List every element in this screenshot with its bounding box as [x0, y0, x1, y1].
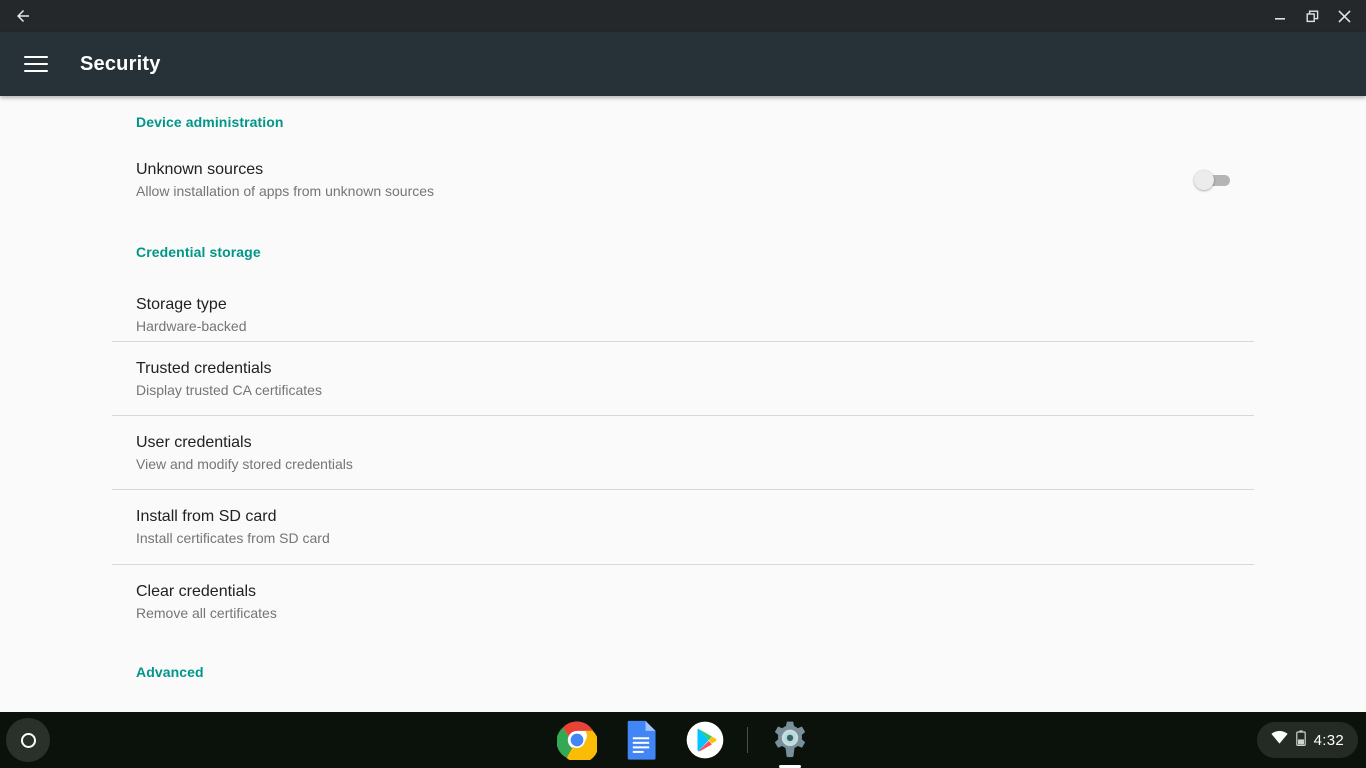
pref-row-install-from-sd-card[interactable]: Install from SD card Install certificate… [0, 490, 1366, 564]
hamburger-menu-icon[interactable] [24, 52, 48, 76]
pref-title: Clear credentials [136, 582, 257, 600]
pref-text: Clear credentials Remove all certificate… [136, 582, 1230, 622]
menu-bar-2 [24, 63, 48, 65]
taskbar-app-settings[interactable] [768, 718, 812, 768]
toggle-thumb [1194, 170, 1214, 190]
unknown-sources-toggle[interactable] [1194, 170, 1230, 190]
pref-text: Unknown sources Allow installation of ap… [136, 160, 1194, 200]
pref-title: Storage type [136, 296, 227, 313]
wifi-icon [1270, 731, 1288, 749]
pref-title: User credentials [136, 433, 252, 451]
pref-summary: Allow installation of apps from unknown … [136, 183, 435, 199]
pref-text: User credentials View and modify stored … [136, 433, 1230, 473]
pref-text: Storage type Hardware-backed [136, 295, 1230, 335]
pref-title: Unknown sources [136, 161, 264, 178]
taskbar-app-docs[interactable] [619, 718, 663, 762]
pref-summary: View and modify stored credentials [136, 455, 353, 472]
pref-summary: Install certificates from SD card [136, 530, 330, 546]
pref-summary: Display trusted CA certificates [136, 381, 322, 398]
pref-summary: Remove all certificates [136, 604, 277, 621]
taskbar: 4:32 [0, 712, 1366, 768]
taskbar-app-chrome[interactable] [555, 718, 599, 762]
restore-window-icon[interactable] [1296, 0, 1328, 32]
pref-row-unknown-sources[interactable]: Unknown sources Allow installation of ap… [0, 149, 1366, 211]
pref-row-trusted-credentials[interactable]: Trusted credentials Display trusted CA c… [0, 342, 1366, 415]
page-title: Security [80, 52, 161, 75]
pref-row-clear-credentials[interactable]: Clear credentials Remove all certificate… [0, 565, 1366, 638]
launcher-ring [20, 732, 36, 748]
settings-scroll-area[interactable]: Device administration Unknown sources Al… [0, 96, 1366, 712]
launcher-circle-icon[interactable] [6, 718, 50, 762]
section-header-credential-storage: Credential storage [136, 244, 261, 260]
pref-row-storage-type[interactable]: Storage type Hardware-backed [0, 289, 1366, 341]
pref-title: Trusted credentials [136, 359, 272, 377]
taskbar-separator [746, 727, 748, 753]
window-title-bar [0, 0, 1366, 32]
battery-icon [1295, 729, 1306, 751]
minimize-icon[interactable] [1264, 0, 1296, 32]
pref-text: Install from SD card Install certificate… [136, 507, 1230, 547]
close-icon[interactable] [1328, 0, 1360, 32]
arrow-back-icon[interactable] [0, 0, 46, 32]
app-bar: Security [0, 32, 1366, 96]
section-header-advanced[interactable]: Advanced [0, 638, 1366, 680]
pref-title: Install from SD card [136, 508, 277, 525]
menu-bar-1 [24, 56, 48, 58]
clock: 4:32 [1313, 731, 1344, 749]
pref-summary: Hardware-backed [136, 318, 247, 334]
status-tray[interactable]: 4:32 [1256, 722, 1358, 758]
pref-text: Trusted credentials Display trusted CA c… [136, 359, 1230, 399]
section-header-device-administration: Device administration [136, 114, 284, 130]
menu-bar-3 [24, 70, 48, 72]
taskbar-app-list [0, 712, 1366, 768]
taskbar-app-play-store[interactable] [683, 718, 727, 762]
pref-row-user-credentials[interactable]: User credentials View and modify stored … [0, 416, 1366, 489]
